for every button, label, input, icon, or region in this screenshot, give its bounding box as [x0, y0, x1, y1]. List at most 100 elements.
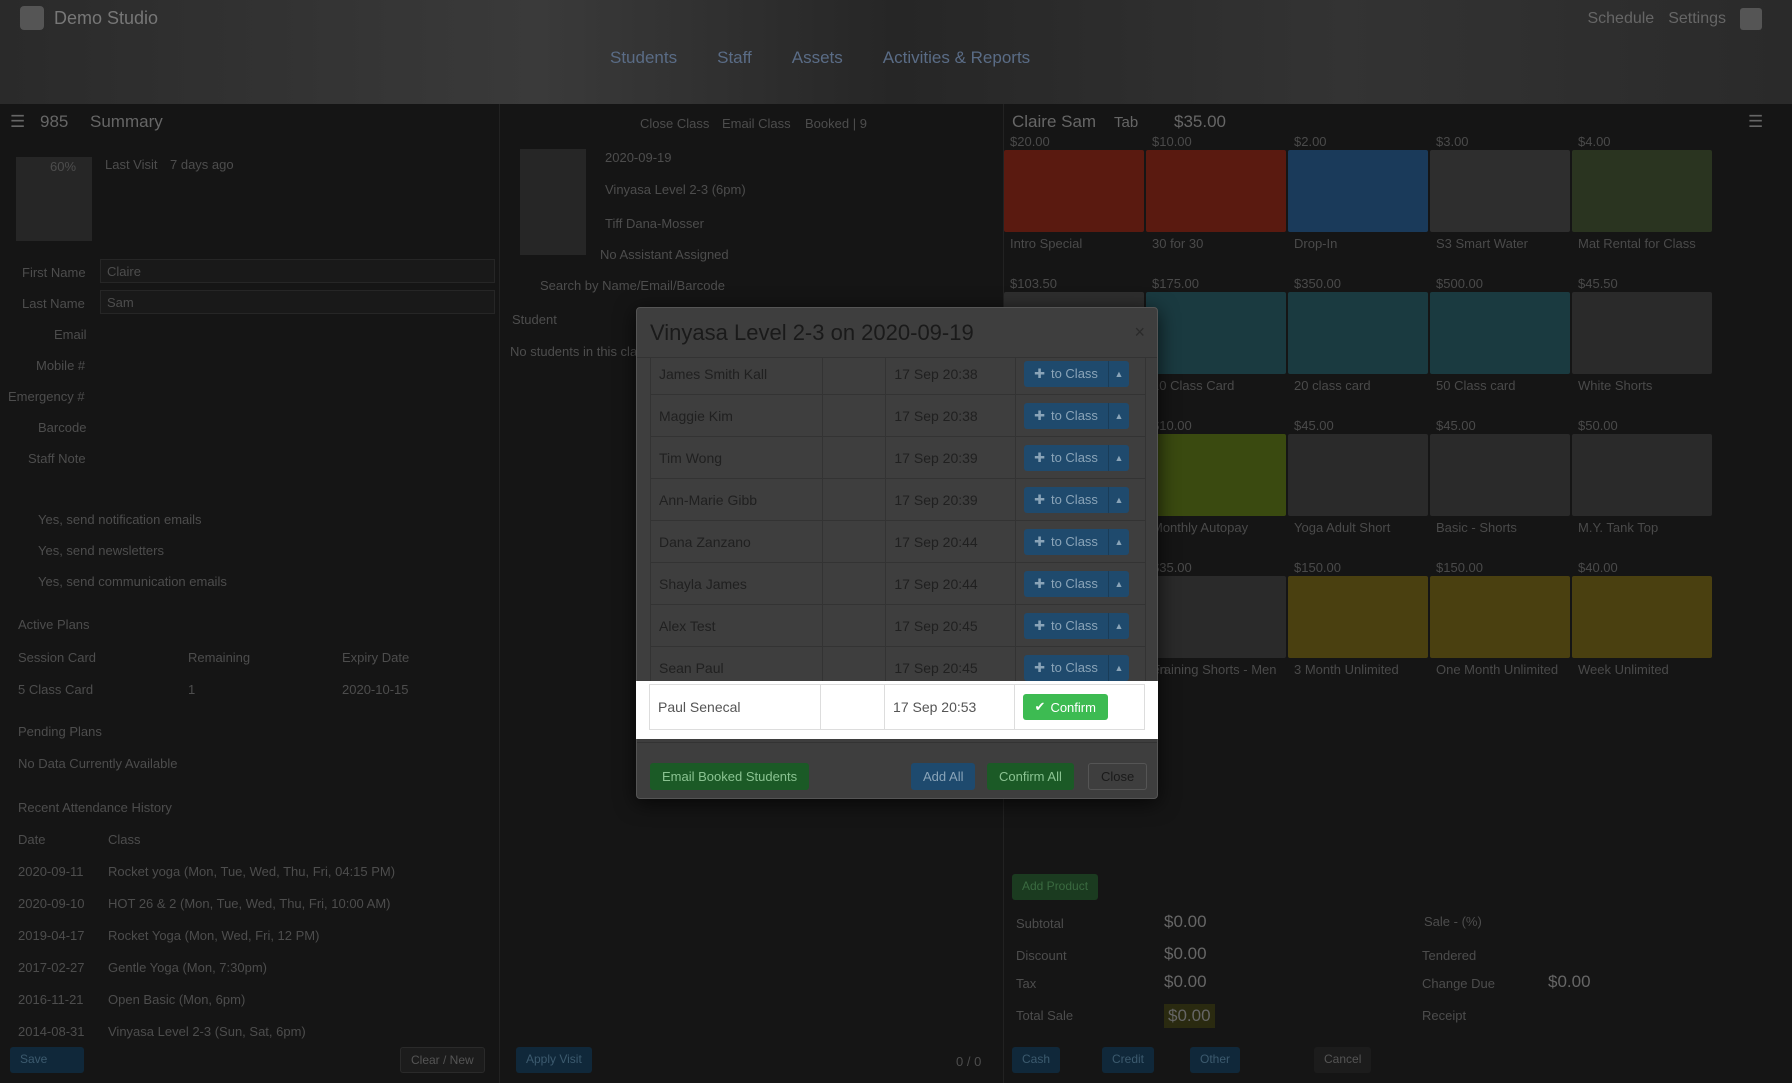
history-date: 2016-11-21 — [18, 992, 84, 1007]
tab-close-class[interactable]: Close Class — [640, 116, 709, 131]
cancel-button[interactable]: Cancel — [1314, 1047, 1372, 1073]
add-to-class-button[interactable]: ✚ to Class ▲ — [1024, 402, 1129, 429]
nav-staff[interactable]: Staff — [717, 48, 752, 68]
teacher-select[interactable]: Tiff Dana-Mosser — [605, 216, 704, 231]
product-tile[interactable] — [1146, 150, 1286, 232]
tab-email-class[interactable]: Email Class — [722, 116, 791, 131]
check-notifications[interactable]: Yes, send notification emails — [38, 512, 202, 527]
product-tile[interactable] — [1430, 150, 1570, 232]
add-to-class-button[interactable]: ✚ to Class ▲ — [1024, 612, 1129, 639]
pager: 0 / 0 — [956, 1054, 982, 1069]
add-to-class-button[interactable]: ✚ to Class ▲ — [1024, 360, 1129, 387]
caret-up-icon[interactable]: ▲ — [1109, 403, 1129, 429]
last-visit-label: Last Visit — [105, 157, 158, 172]
studio-logo-icon — [20, 6, 44, 30]
add-to-class-main[interactable]: ✚ to Class — [1024, 612, 1109, 639]
close-button[interactable]: Close — [1088, 763, 1148, 790]
product-name: 3 Month Unlimited — [1294, 662, 1399, 677]
add-to-class-button[interactable]: ✚ to Class ▲ — [1024, 528, 1129, 555]
caret-up-icon[interactable]: ▲ — [1109, 655, 1129, 681]
clear-new-button[interactable]: Clear / New — [400, 1047, 485, 1073]
product-price: $175.00 — [1152, 276, 1199, 291]
product-tile[interactable] — [1430, 434, 1570, 516]
caret-up-icon[interactable]: ▲ — [1109, 571, 1129, 597]
add-all-button[interactable]: Add All — [911, 763, 976, 790]
add-to-class-button[interactable]: ✚ to Class ▲ — [1024, 486, 1129, 513]
add-to-class-main[interactable]: ✚ to Class — [1024, 486, 1109, 513]
product-name: Training Shorts - Men — [1152, 662, 1277, 677]
add-to-class-main[interactable]: ✚ to Class — [1024, 444, 1109, 471]
class-select[interactable]: Vinyasa Level 2-3 (6pm) — [605, 182, 746, 197]
tab-toggle[interactable]: Tab — [1114, 114, 1138, 131]
add-to-class-main[interactable]: ✚ to Class — [1024, 528, 1109, 555]
booking-action-cell: ✚ to Class ▲ — [1015, 478, 1146, 521]
product-tile[interactable] — [1430, 576, 1570, 658]
product-tile[interactable] — [1572, 292, 1712, 374]
user-avatar[interactable] — [1740, 8, 1762, 30]
other-button[interactable]: Other — [1190, 1047, 1241, 1073]
nav-assets[interactable]: Assets — [792, 48, 843, 68]
add-to-class-button[interactable]: ✚ to Class ▲ — [1024, 444, 1129, 471]
booking-name: Maggie Kim — [650, 394, 823, 437]
email-booked-students-button[interactable]: Email Booked Students — [650, 763, 810, 790]
confirm-all-button[interactable]: Confirm All — [987, 763, 1074, 790]
product-tile[interactable] — [1572, 576, 1712, 658]
add-to-class-main[interactable]: ✚ to Class — [1024, 654, 1109, 681]
product-tile[interactable] — [1004, 150, 1144, 232]
list-icon[interactable]: ☰ — [10, 112, 25, 132]
sale-discount-button[interactable]: Sale - (%) — [1424, 914, 1482, 929]
nav-activities-reports[interactable]: Activities & Reports — [883, 48, 1030, 68]
add-to-class-button[interactable]: ✚ to Class ▲ — [1024, 654, 1129, 681]
history-class: Rocket yoga (Mon, Tue, Wed, Thu, Fri, 04… — [108, 864, 396, 879]
nav-students[interactable]: Students — [610, 48, 677, 68]
product-price: $150.00 — [1294, 560, 1341, 575]
booking-empty-cell — [821, 604, 887, 647]
add-to-class-main[interactable]: ✚ to Class — [1024, 402, 1109, 429]
caret-up-icon[interactable]: ▲ — [1109, 613, 1129, 639]
to-class-label: to Class — [1050, 576, 1098, 591]
close-icon[interactable]: × — [1134, 322, 1145, 343]
product-tile[interactable] — [1430, 292, 1570, 374]
product-name: Yoga Adult Short — [1294, 520, 1391, 535]
search-input[interactable]: Search by Name/Email/Barcode — [540, 278, 725, 293]
plan-session: 5 Class Card — [18, 682, 94, 697]
nav-schedule[interactable]: Schedule — [1587, 10, 1654, 28]
tab-booked[interactable]: Booked | 9 — [805, 116, 867, 131]
caret-up-icon[interactable]: ▲ — [1109, 529, 1129, 555]
product-tile[interactable] — [1572, 150, 1712, 232]
product-tile[interactable] — [1146, 434, 1286, 516]
add-product-button[interactable]: Add Product — [1012, 874, 1099, 900]
save-button[interactable]: Save — [10, 1047, 84, 1073]
history-class: Rocket Yoga (Mon, Wed, Fri, 12 PM) — [108, 928, 320, 943]
nav-settings[interactable]: Settings — [1668, 10, 1726, 28]
confirm-button[interactable]: ✔ Confirm — [1022, 694, 1108, 720]
product-tile[interactable] — [1288, 434, 1428, 516]
first-name-field[interactable]: Claire — [100, 259, 495, 283]
caret-up-icon[interactable]: ▲ — [1109, 445, 1129, 471]
last-name-field[interactable]: Sam — [100, 290, 495, 314]
product-tile[interactable] — [1572, 434, 1712, 516]
cash-button[interactable]: Cash — [1012, 1047, 1061, 1073]
add-to-class-main[interactable]: ✚ to Class — [1024, 570, 1109, 597]
brand[interactable]: Demo Studio — [20, 6, 158, 30]
booking-empty-cell — [821, 685, 886, 729]
check-newsletters[interactable]: Yes, send newsletters — [38, 543, 164, 558]
product-tile[interactable] — [1146, 576, 1286, 658]
profile-completion: 60% — [50, 159, 77, 174]
product-tile[interactable] — [1288, 576, 1428, 658]
table-row: James Smith Kall 17 Sep 20:38 ✚ to Class ▲ — [650, 358, 1146, 395]
caret-up-icon[interactable]: ▲ — [1109, 487, 1129, 513]
product-tile[interactable] — [1288, 292, 1428, 374]
product-tile[interactable] — [1288, 150, 1428, 232]
add-to-class-button[interactable]: ✚ to Class ▲ — [1024, 570, 1129, 597]
credit-button[interactable]: Credit — [1102, 1047, 1155, 1073]
product-tile[interactable] — [1146, 292, 1286, 374]
apply-visit-button[interactable]: Apply Visit — [516, 1047, 592, 1073]
menu-icon[interactable]: ☰ — [1748, 112, 1763, 132]
change-due-label: Change Due — [1422, 976, 1495, 991]
product-name: Week Unlimited — [1578, 662, 1669, 677]
add-to-class-main[interactable]: ✚ to Class — [1024, 360, 1109, 387]
caret-up-icon[interactable]: ▲ — [1109, 361, 1129, 387]
table-row: Shayla James 17 Sep 20:44 ✚ to Class ▲ — [650, 562, 1146, 605]
check-communication[interactable]: Yes, send communication emails — [38, 574, 227, 589]
